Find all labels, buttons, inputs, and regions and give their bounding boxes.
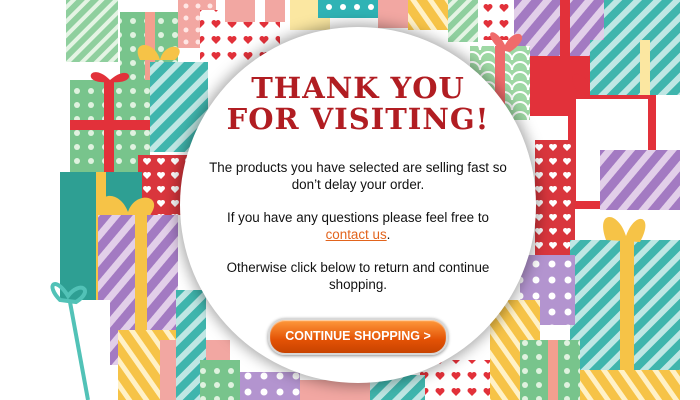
page-title: THANK YOU FOR VISITING! xyxy=(180,73,536,135)
selling-fast-message: The products you have selected are selli… xyxy=(209,160,507,192)
thank-you-content: THANK YOU FOR VISITING! The products you… xyxy=(180,27,536,355)
questions-message: If you have any questions please feel fr… xyxy=(203,209,513,243)
title-line-1: THANK YOU xyxy=(251,71,465,105)
continue-message: Otherwise click below to return and cont… xyxy=(226,260,490,292)
questions-period: . xyxy=(386,227,391,242)
questions-text: If you have any questions please feel fr… xyxy=(226,210,490,225)
contact-us-link[interactable]: contact us xyxy=(326,227,387,242)
continue-shopping-button[interactable]: CONTINUE SHOPPING > xyxy=(268,318,448,355)
title-line-2: FOR VISITING! xyxy=(226,102,490,136)
